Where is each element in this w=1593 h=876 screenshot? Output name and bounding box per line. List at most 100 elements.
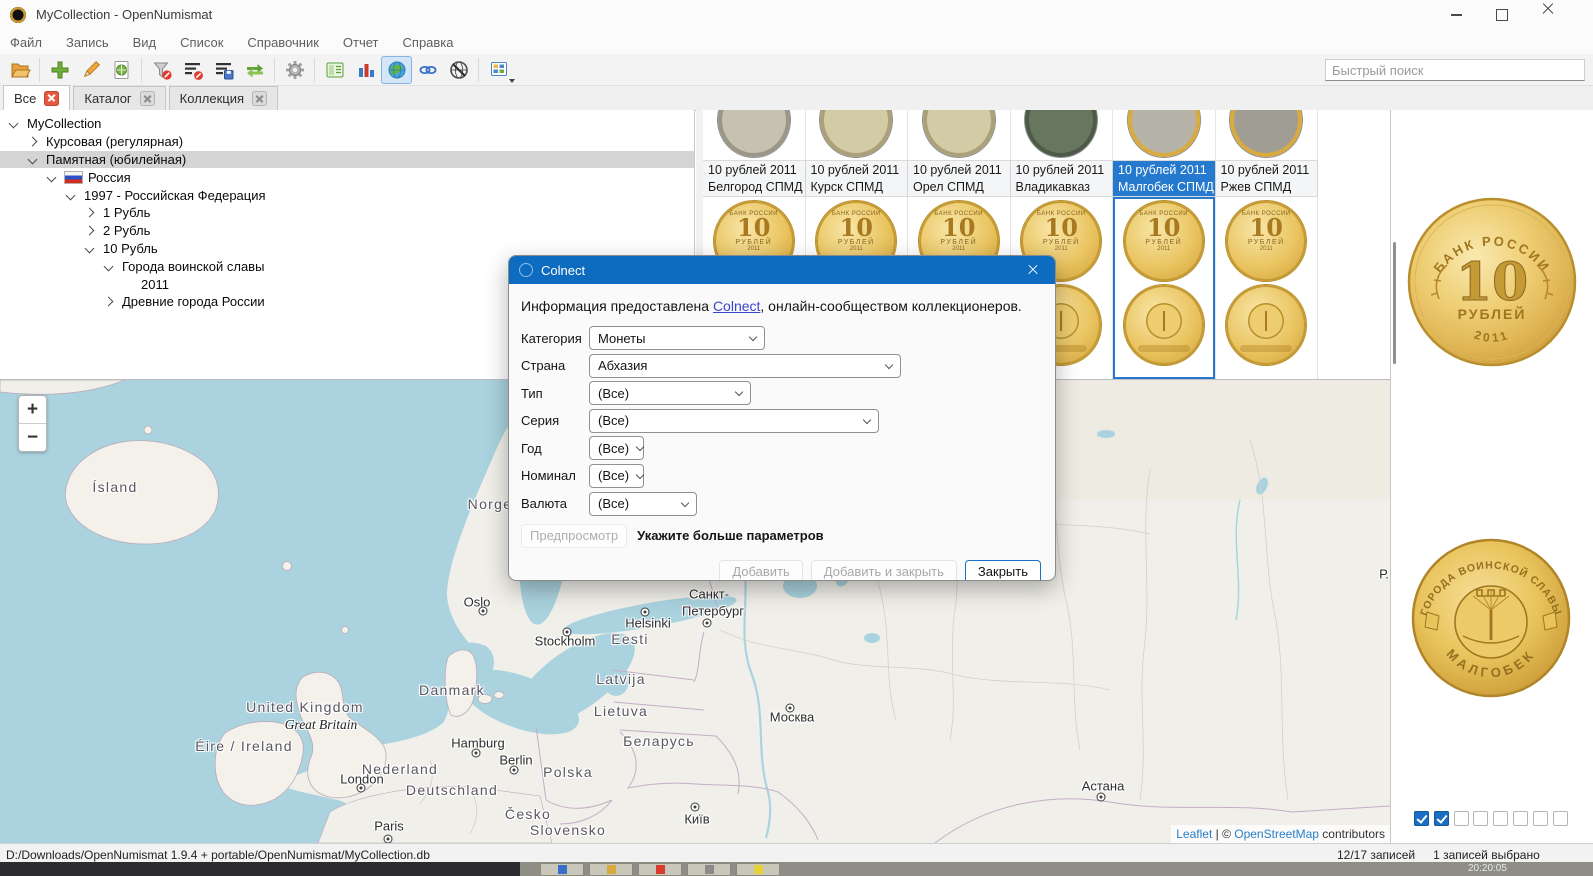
grid-cell-label[interactable]: 10 рублей 2011 Малгобек СПМД: [1113, 160, 1216, 197]
coin-thumbnail-partial[interactable]: [1215, 110, 1318, 160]
tab-close-icon[interactable]: [252, 91, 268, 106]
preview-button[interactable]: Предпросмотр: [521, 523, 628, 548]
menu-item[interactable]: Список: [180, 35, 223, 50]
chevron-down-icon[interactable]: [65, 190, 76, 201]
tree-item[interactable]: Памятная (юбилейная): [0, 150, 694, 169]
grid-cell-label[interactable]: 10 рублей 2011 Белгород СПМД: [703, 160, 806, 197]
leaflet-link[interactable]: Leaflet: [1176, 827, 1212, 841]
grid-cell-label[interactable]: 10 рублей 2011 Владикавказ: [1010, 160, 1113, 197]
taskbar-button[interactable]: [687, 863, 731, 876]
coin-thumbnail-partial[interactable]: [703, 110, 806, 160]
image-slot-checkbox[interactable]: [1473, 811, 1489, 826]
combo-value: (Все): [598, 440, 630, 456]
chevron-right-icon[interactable]: [103, 296, 114, 307]
tab-inactive[interactable]: Коллекция: [168, 86, 279, 110]
taskbar-button[interactable]: [638, 863, 682, 876]
colnect-link[interactable]: Colnect: [713, 298, 760, 314]
tree-item[interactable]: 1 Рубль: [0, 204, 694, 222]
image-slot-checkbox[interactable]: [1512, 811, 1528, 826]
tab-close-icon[interactable]: [44, 90, 60, 106]
grid-cell-label[interactable]: 10 рублей 2011 Орел СПМД: [908, 160, 1011, 197]
tree-item[interactable]: MyCollection: [0, 115, 694, 133]
grid-cell-label[interactable]: 10 рублей 2011 Курск СПМД: [805, 160, 908, 197]
statistics-chart-button[interactable]: [350, 56, 381, 84]
chevron-down-icon[interactable]: [46, 172, 57, 183]
image-slot-checkbox[interactable]: [1453, 811, 1469, 826]
map-label: Київ: [684, 811, 710, 827]
tree-item[interactable]: Курсовая (регулярная): [0, 133, 694, 151]
search-input[interactable]: [1325, 59, 1585, 81]
menu-item[interactable]: Файл: [10, 35, 42, 50]
image-slot-checkbox[interactable]: [1532, 811, 1548, 826]
номинал-dropdown[interactable]: (Все): [589, 463, 645, 488]
image-slot-checkbox[interactable]: [1414, 811, 1429, 826]
grid-cell-label[interactable]: 10 рублей 2011 Ржев СПМД: [1215, 160, 1318, 197]
страна-dropdown[interactable]: Абхазия: [589, 353, 901, 378]
категория-dropdown[interactable]: Монеты: [589, 326, 765, 350]
settings-gear-button[interactable]: [279, 56, 310, 84]
chevron-right-icon[interactable]: [27, 136, 38, 147]
offline-globe-button[interactable]: [443, 56, 474, 84]
chevron-down-icon[interactable]: [8, 118, 19, 129]
colnect-link-button[interactable]: [412, 56, 443, 84]
table-customize-button[interactable]: [483, 56, 515, 84]
add-button[interactable]: [44, 56, 75, 84]
coin-obverse-image[interactable]: БАНК РОССИИ 10 РУБЛЕЙ 2011: [1407, 197, 1577, 367]
tab-close-icon[interactable]: [139, 91, 155, 106]
image-slot-checkbox[interactable]: [1493, 811, 1509, 826]
tab-inactive[interactable]: Каталог: [73, 86, 166, 110]
coin-thumbnail-partial[interactable]: [805, 110, 908, 160]
attribution-tail: contributors: [1318, 827, 1385, 841]
details-panel-button[interactable]: [319, 56, 350, 84]
chevron-right-icon[interactable]: [84, 207, 95, 218]
dialog-close-button[interactable]: [1010, 256, 1055, 284]
тип-dropdown[interactable]: (Все): [589, 381, 751, 406]
filter-off-button[interactable]: [146, 56, 177, 84]
tree-item[interactable]: Россия: [0, 168, 694, 186]
валюта-dropdown[interactable]: (Все): [589, 491, 697, 516]
chevron-down-icon[interactable]: [84, 243, 95, 254]
minimize-button[interactable]: [1433, 0, 1479, 30]
tab-active[interactable]: Все: [3, 85, 71, 111]
titlebar: MyCollection - OpenNumismat: [0, 0, 1593, 30]
map-globe-button[interactable]: [381, 55, 412, 84]
exchange-button[interactable]: [239, 56, 270, 84]
close-button[interactable]: [1525, 0, 1571, 30]
image-page-button[interactable]: [106, 56, 137, 84]
tree-item[interactable]: 2 Рубль: [0, 222, 694, 240]
grid-cell-images[interactable]: БАНК РОССИИ 10 РУБЛЕЙ 2011: [1113, 197, 1216, 379]
dialog-button[interactable]: Закрыть: [964, 559, 1041, 580]
zoom-out-button[interactable]: −: [19, 424, 46, 451]
taskbar-button[interactable]: [589, 863, 633, 876]
coin-thumbnail-partial[interactable]: [908, 110, 1011, 160]
серия-dropdown[interactable]: (Все): [589, 408, 879, 433]
coin-reverse-image[interactable]: ГОРОДА ВОИНСКОЙ СЛАВЫ МАЛГОБЕК: [1411, 538, 1571, 698]
zoom-in-button[interactable]: +: [19, 396, 46, 424]
coin-thumbnail-partial[interactable]: [1113, 110, 1216, 160]
open-folder-button[interactable]: [4, 56, 35, 84]
scrollbar-thumb[interactable]: [1393, 242, 1396, 364]
chevron-right-icon[interactable]: [84, 225, 95, 236]
sort-save-button[interactable]: [208, 56, 239, 84]
edit-button[interactable]: [75, 56, 106, 84]
menu-item[interactable]: Отчет: [343, 35, 379, 50]
menu-item[interactable]: Справка: [403, 35, 454, 50]
maximize-button[interactable]: [1479, 0, 1525, 30]
tree-item[interactable]: 1997 - Российская Федерация: [0, 186, 694, 204]
chevron-down-icon[interactable]: [103, 261, 114, 272]
grid-cell-images[interactable]: БАНК РОССИИ 10 РУБЛЕЙ 2011: [1216, 197, 1318, 379]
coin-thumbnail-partial[interactable]: [1010, 110, 1113, 160]
image-slot-checkbox[interactable]: [1552, 811, 1568, 826]
menu-item[interactable]: Вид: [133, 35, 157, 50]
image-slot-checkbox[interactable]: [1433, 811, 1449, 826]
год-dropdown[interactable]: (Все): [589, 436, 645, 461]
osm-link[interactable]: OpenStreetMap: [1234, 827, 1319, 841]
toolbar-separator: [39, 57, 40, 82]
sort-off-button[interactable]: [177, 56, 208, 84]
taskbar-button[interactable]: [540, 863, 584, 876]
map-label: Česko: [504, 806, 552, 822]
menu-item[interactable]: Запись: [66, 35, 109, 50]
taskbar-button[interactable]: [736, 863, 780, 876]
menu-item[interactable]: Справочник: [247, 35, 319, 50]
chevron-down-icon[interactable]: [27, 154, 38, 165]
